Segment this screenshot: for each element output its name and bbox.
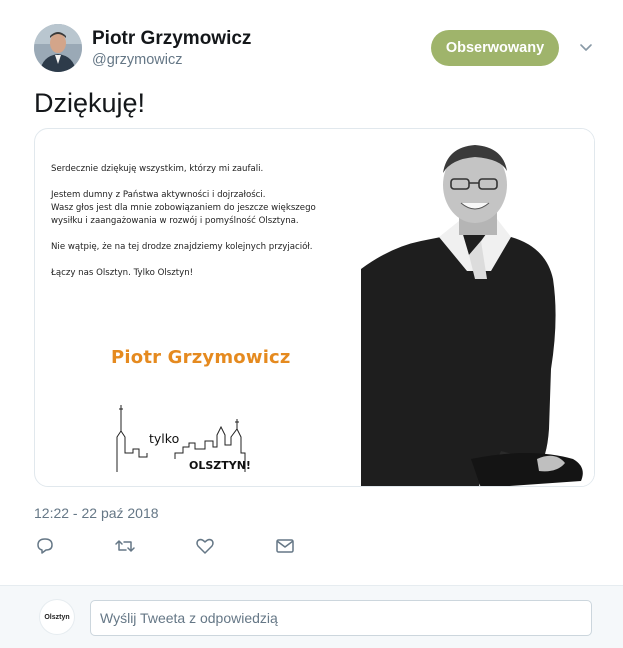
letter-paragraph: Łączy nas Olsztyn. Tylko Olsztyn! (51, 268, 194, 278)
logo-olsztyn: OLSZTYN! (189, 459, 251, 472)
author-avatar[interactable] (34, 24, 82, 72)
retweet-icon[interactable] (114, 535, 136, 557)
author-handle[interactable]: @grzymowicz (92, 52, 182, 68)
reply-input[interactable]: Wyślij Tweeta z odpowiedzią (90, 600, 592, 636)
tweet-text: Dziękuję! (34, 88, 146, 118)
letter-text: Serdecznie dziękuję wszystkim, którzy mi… (51, 163, 351, 293)
olsztyn-logo: tylko OLSZTYN! (113, 397, 273, 477)
message-icon[interactable] (274, 535, 296, 557)
follow-button[interactable]: Obserwowany (431, 30, 559, 66)
user-avatar[interactable]: Olsztyn (40, 600, 74, 634)
portrait-photo (361, 129, 594, 486)
tweet-timestamp[interactable]: 12:22 - 22 paź 2018 (34, 505, 159, 521)
logo-tylko: tylko (149, 431, 180, 446)
tweet-image[interactable]: Serdecznie dziękuję wszystkim, którzy mi… (34, 128, 595, 487)
signature: Piotr Grzymowicz (111, 347, 291, 368)
author-name[interactable]: Piotr Grzymowicz (92, 28, 251, 50)
chevron-down-icon[interactable] (578, 40, 594, 56)
letter-paragraph: Jestem dumny z Państwa aktywności i dojr… (51, 190, 316, 226)
like-icon[interactable] (194, 535, 216, 557)
user-avatar-text: Olsztyn (44, 613, 70, 621)
tweet-actions (34, 535, 334, 559)
reply-bar: Olsztyn Wyślij Tweeta z odpowiedzią (0, 585, 623, 648)
reply-icon[interactable] (34, 535, 56, 557)
letter-paragraph: Nie wątpię, że na tej drodze znajdziemy … (51, 242, 313, 252)
letter-paragraph: Serdecznie dziękuję wszystkim, którzy mi… (51, 164, 264, 174)
